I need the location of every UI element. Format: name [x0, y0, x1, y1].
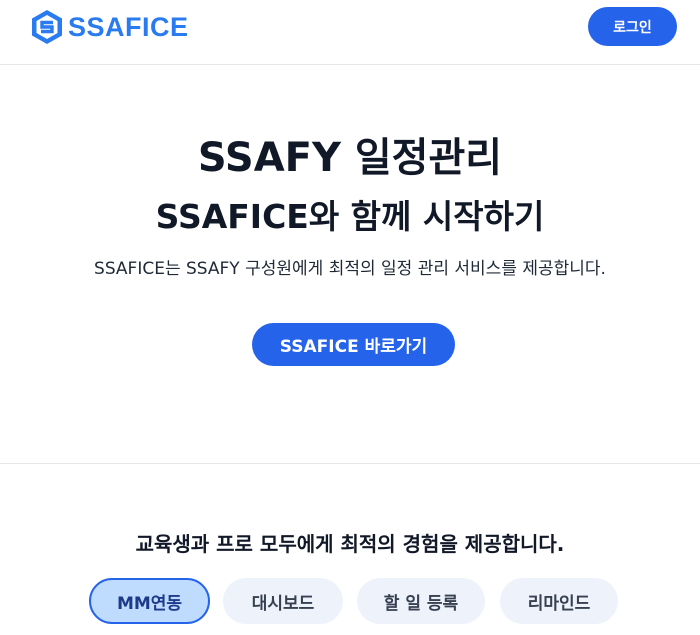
hexagon-s-logo-icon: [32, 10, 62, 44]
tab-dashboard[interactable]: 대시보드: [223, 578, 343, 624]
go-to-ssafice-button[interactable]: SSAFICE 바로가기: [252, 323, 455, 366]
tab-add-todo[interactable]: 할 일 등록: [357, 578, 485, 624]
logo-text: SSAFICE: [68, 11, 189, 42]
hero-description: SSAFICE는 SSAFY 구성원에게 최적의 일정 관리 서비스를 제공합니…: [94, 259, 606, 279]
hero-section: SSAFY 일정관리 SSAFICE와 함께 시작하기 SSAFICE는 SSA…: [0, 66, 700, 464]
hero-title: SSAFY 일정관리: [197, 135, 503, 181]
logo[interactable]: SSAFICE: [30, 9, 189, 45]
login-button[interactable]: 로그인: [588, 7, 677, 46]
hero-subtitle: SSAFICE와 함께 시작하기: [155, 197, 545, 236]
tab-mm-integration[interactable]: MM연동: [89, 578, 210, 624]
tab-remind[interactable]: 리마인드: [500, 578, 618, 624]
site-header: SSAFICE 로그인: [0, 0, 700, 65]
features-title: 교육생과 프로 모두에게 최적의 경험을 제공합니다.: [135, 532, 565, 556]
